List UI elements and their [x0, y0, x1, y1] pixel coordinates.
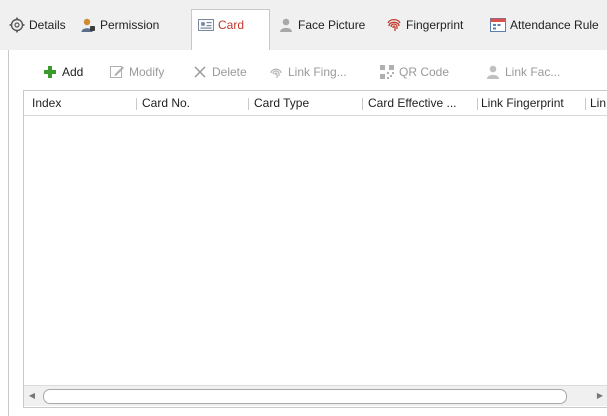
card-panel: Add Modify Delete Link Fing... QR Code L… — [8, 50, 607, 416]
delete-button-label: Delete — [212, 65, 247, 79]
card-table: Index Card No. Card Type Card Effective … — [23, 90, 607, 408]
edit-icon — [110, 66, 124, 78]
link-fingerprint-button-label: Link Fing... — [288, 65, 347, 79]
table-body — [24, 116, 607, 385]
person-editor: Details Permission Card Face Picture Fin… — [0, 0, 607, 416]
person-key-icon — [81, 18, 95, 32]
modify-button-label: Modify — [129, 65, 165, 79]
fingerprint-icon — [387, 18, 401, 31]
column-divider[interactable] — [362, 98, 363, 110]
column-header-index[interactable]: Index — [32, 91, 132, 115]
qr-code-button-label: QR Code — [399, 65, 450, 79]
column-header-card-no[interactable]: Card No. — [142, 91, 242, 115]
tab-card[interactable]: Card — [198, 12, 266, 38]
link-face-button[interactable]: Link Fac... — [485, 61, 575, 83]
tab-fingerprint-label: Fingerprint — [406, 18, 464, 32]
scroll-right-arrow-icon[interactable]: ▶ — [592, 386, 607, 406]
tab-attendance-rule[interactable]: Attendance Rule — [490, 12, 607, 38]
add-button-label: Add — [62, 65, 84, 79]
tab-permission-label: Permission — [100, 18, 160, 32]
qr-code-icon — [380, 65, 394, 79]
tab-permission[interactable]: Permission — [80, 12, 190, 38]
add-button[interactable]: Add — [42, 61, 92, 83]
gear-icon — [9, 17, 25, 33]
card-icon — [198, 19, 214, 31]
column-divider[interactable] — [136, 98, 137, 110]
tab-bar: Details Permission Card Face Picture Fin… — [0, 0, 607, 52]
link-face-button-label: Link Fac... — [505, 65, 561, 79]
tab-face-picture[interactable]: Face Picture — [278, 12, 383, 38]
x-icon — [194, 66, 206, 78]
tab-attendance-rule-label: Attendance Rule — [510, 18, 599, 32]
column-divider[interactable] — [585, 98, 586, 110]
modify-button[interactable]: Modify — [109, 61, 171, 83]
scrollbar-thumb[interactable] — [43, 389, 567, 404]
calendar-icon — [490, 18, 506, 32]
delete-button[interactable]: Delete — [192, 61, 254, 83]
tab-card-label: Card — [218, 18, 245, 32]
scroll-left-arrow-icon[interactable]: ◀ — [24, 386, 40, 406]
horizontal-scrollbar[interactable]: ◀ ▶ — [24, 385, 607, 406]
person-icon — [487, 65, 499, 79]
link-fingerprint-button[interactable]: Link Fing... — [268, 61, 368, 83]
column-divider[interactable] — [477, 98, 478, 110]
tab-details-label: Details — [29, 18, 66, 32]
tab-face-picture-label: Face Picture — [298, 18, 366, 32]
card-toolbar: Add Modify Delete Link Fing... QR Code L… — [9, 50, 607, 90]
tab-fingerprint[interactable]: Fingerprint — [386, 12, 486, 38]
column-header-card-type[interactable]: Card Type — [254, 91, 354, 115]
column-header-link-fingerprint[interactable]: Link Fingerprint — [481, 91, 583, 115]
plus-icon — [44, 66, 56, 78]
column-header-card-effective[interactable]: Card Effective ... — [368, 91, 476, 115]
qr-code-button[interactable]: QR Code — [379, 61, 469, 83]
column-header-link-face[interactable]: Lin — [590, 91, 607, 115]
table-header: Index Card No. Card Type Card Effective … — [24, 91, 607, 116]
link-fingerprint-icon — [270, 68, 282, 78]
person-icon — [280, 18, 292, 32]
column-divider[interactable] — [248, 98, 249, 110]
